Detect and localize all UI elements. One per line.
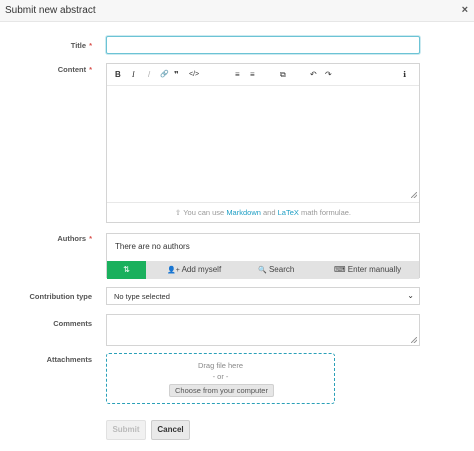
redo-icon[interactable]: ↷ <box>325 69 332 81</box>
editor-textarea[interactable] <box>107 86 419 202</box>
italic-icon[interactable]: I <box>132 69 135 81</box>
title-input[interactable] <box>106 36 420 54</box>
attachments-dropzone[interactable]: Drag file here - or - Choose from your c… <box>106 353 335 404</box>
content-label: Content * <box>58 65 92 74</box>
editor-toolbar: B I / 🔗 ❞ </> ≡ ≡ ⧉ ↶ ↷ ℹ <box>107 64 419 86</box>
strikethrough-icon[interactable]: / <box>148 69 150 81</box>
drag-file-text: Drag file here <box>197 361 244 370</box>
comments-textarea[interactable] <box>106 314 420 346</box>
markdown-hint: ⇧ You can use Markdown and LaTeX math fo… <box>107 202 419 224</box>
enter-manually-label: Enter manually <box>347 265 402 274</box>
title-label-text: Title <box>70 41 87 50</box>
hint-prefix: You can use <box>183 208 225 217</box>
contribution-type-label: Contribution type <box>29 292 93 301</box>
dialog-header: Submit new abstract × <box>0 0 474 22</box>
close-icon[interactable]: × <box>462 4 468 16</box>
add-myself-button[interactable]: 👤+ Add myself <box>167 261 221 279</box>
choose-file-button[interactable]: Choose from your computer <box>169 384 274 397</box>
authors-label: Authors * <box>57 234 92 243</box>
content-label-text: Content <box>57 65 87 74</box>
link-icon[interactable]: 🔗 <box>160 69 169 81</box>
contribution-type-value: No type selected <box>114 292 170 301</box>
cancel-button[interactable]: Cancel <box>151 420 190 440</box>
submit-button[interactable]: Submit <box>106 420 146 440</box>
contribution-type-select[interactable]: No type selected ⌄ <box>106 287 420 305</box>
undo-icon[interactable]: ↶ <box>310 69 317 81</box>
resize-handle-icon[interactable] <box>411 337 417 343</box>
ordered-list-icon[interactable]: ≡ <box>235 69 240 81</box>
authors-label-text: Authors <box>57 234 87 243</box>
resize-handle-icon[interactable] <box>411 192 417 198</box>
search-label: Search <box>268 265 295 274</box>
required-marker: * <box>89 65 92 74</box>
sort-authors-button[interactable]: ⇅ <box>107 261 146 279</box>
preview-icon[interactable]: ⧉ <box>280 69 286 81</box>
hint-suffix: math formulae. <box>301 208 352 217</box>
authors-toolbar: ⇅ 👤+ Add myself 🔍 Search ⌨ Enter manuall… <box>107 261 419 279</box>
search-authors-button[interactable]: 🔍 Search <box>258 261 294 279</box>
or-text: - or - <box>212 372 229 381</box>
hint-and: and <box>263 208 276 217</box>
required-marker: * <box>89 234 92 243</box>
unordered-list-icon[interactable]: ≡ <box>250 69 255 81</box>
dialog-title: Submit new abstract <box>5 5 96 16</box>
quote-icon[interactable]: ❞ <box>174 69 179 81</box>
add-user-icon: 👤+ <box>167 267 180 274</box>
title-label: Title * <box>71 41 92 50</box>
comments-label: Comments <box>53 319 92 328</box>
bold-icon[interactable]: B <box>115 69 121 81</box>
required-marker: * <box>89 41 92 50</box>
attachments-label: Attachments <box>46 355 92 364</box>
enter-manually-button[interactable]: ⌨ Enter manually <box>334 261 401 279</box>
markdown-link[interactable]: Markdown <box>226 208 261 217</box>
authors-empty-text: There are no authors <box>115 242 190 251</box>
authors-field: There are no authors ⇅ 👤+ Add myself 🔍 S… <box>106 233 420 279</box>
code-icon[interactable]: </> <box>189 69 199 81</box>
chevron-down-icon: ⌄ <box>407 291 414 300</box>
keyboard-icon: ⌨ <box>334 265 346 274</box>
info-icon[interactable]: ℹ <box>403 69 406 81</box>
upload-arrow-icon: ⇧ <box>174 208 182 217</box>
sort-icon: ⇅ <box>123 265 130 274</box>
add-myself-label: Add myself <box>181 265 222 274</box>
content-editor: B I / 🔗 ❞ </> ≡ ≡ ⧉ ↶ ↷ ℹ ⇧ You can use … <box>106 63 420 223</box>
search-icon: 🔍 <box>258 267 267 274</box>
latex-link[interactable]: LaTeX <box>278 208 299 217</box>
